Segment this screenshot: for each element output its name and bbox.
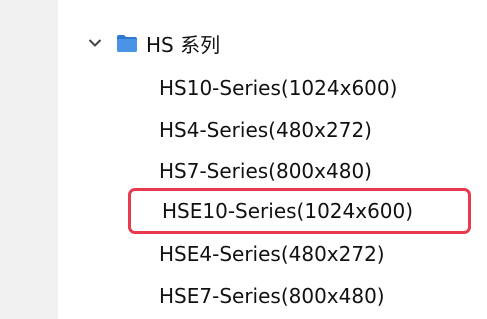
chevron-down-icon[interactable] [86,34,104,52]
tree-view-window: HS 系列 HS10-Series(1024x600) HS4-Series(4… [0,0,487,319]
left-pane [0,0,58,319]
device-tree: HS 系列 HS10-Series(1024x600) HS4-Series(4… [58,0,487,319]
folder-icon [116,33,138,53]
tree-item-label: HSE7-Series(800x480) [159,284,385,308]
tree-item-hs4[interactable]: HS4-Series(480x272) [159,114,372,146]
tree-item-hs10[interactable]: HS10-Series(1024x600) [159,72,397,104]
tree-item-label: HSE4-Series(480x272) [159,242,385,266]
tree-item-label: HSE10-Series(1024x600) [162,199,414,223]
tree-item-label: HS7-Series(800x480) [159,159,372,183]
tree-item-label: HS10-Series(1024x600) [159,76,398,100]
tree-group-label: HS 系列 [146,32,221,57]
tree-item-hse7[interactable]: HSE7-Series(800x480) [159,280,385,312]
tree-item-hse10-highlighted[interactable]: HSE10-Series(1024x600) [128,188,471,234]
tree-item-label: HS4-Series(480x272) [159,118,372,142]
tree-group-hs[interactable]: HS 系列 [86,25,220,61]
tree-item-hse4[interactable]: HSE4-Series(480x272) [159,238,385,270]
tree-item-hs7[interactable]: HS7-Series(800x480) [159,155,372,187]
